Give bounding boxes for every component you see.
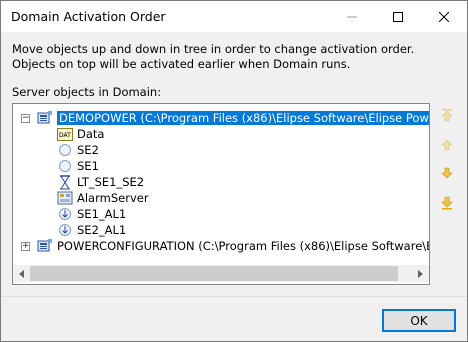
window-title: Domain Activation Order <box>11 9 166 24</box>
expand-toggle[interactable]: + <box>21 242 30 251</box>
move-to-top-button[interactable] <box>437 105 457 125</box>
tree-node-label: AlarmServer <box>77 191 149 205</box>
tree-node-lt-se1-se2[interactable]: LT_SE1_SE2 <box>57 174 144 190</box>
description-line-1: Move objects up and down in tree in orde… <box>12 42 415 56</box>
minimize-icon <box>347 16 357 17</box>
collapse-toggle[interactable]: − <box>21 114 30 123</box>
move-up-icon <box>441 139 453 151</box>
tree-node-se1-al1[interactable]: SE1_AL1 <box>57 206 126 222</box>
tree-node-label: DEMOPOWER (C:\Program Files (x86)\Elipse… <box>57 111 429 125</box>
tree-node-label: LT_SE1_SE2 <box>77 175 145 189</box>
tree-node-label: SE1 <box>77 159 99 173</box>
scroll-left-icon <box>18 269 24 278</box>
circle-icon <box>59 160 71 172</box>
domain-activation-order-dialog: Domain Activation Order Move objects up … <box>0 0 468 342</box>
tree-node-demopower[interactable]: DEMOPOWER (C:\Program Files (x86)\Elipse… <box>37 110 429 126</box>
tree-node-label: SE2 <box>77 143 99 157</box>
tree-node-label: SE2_AL1 <box>77 223 127 237</box>
tree-node-label: SE1_AL1 <box>77 207 127 221</box>
scrollbar-thumb[interactable] <box>30 266 398 281</box>
move-down-button[interactable] <box>437 163 457 183</box>
tree-node-label: POWERCONFIGURATION (C:\Program Files (x8… <box>57 239 429 253</box>
close-button[interactable] <box>421 1 467 32</box>
description: Move objects up and down in tree in orde… <box>12 42 414 72</box>
tree-label: Server objects in Domain: <box>12 85 162 99</box>
scroll-right-icon <box>417 269 423 278</box>
maximize-button[interactable] <box>375 1 421 32</box>
tree-node-data[interactable]: DAT Data <box>57 126 104 142</box>
circle-icon <box>59 144 71 156</box>
scroll-right-button[interactable] <box>412 265 429 282</box>
ok-button[interactable]: OK <box>382 309 456 332</box>
alarm-server-icon <box>57 191 73 205</box>
tower-icon <box>60 174 70 189</box>
feeder-icon <box>59 224 71 236</box>
tree-node-alarmserver[interactable]: AlarmServer <box>57 190 149 206</box>
tree-node-powerconfiguration[interactable]: POWERCONFIGURATION (C:\Program Files (x8… <box>37 238 429 254</box>
move-down-icon <box>441 167 453 179</box>
server-objects-tree[interactable]: − DEMOPOWER (C:\Program Files (x86)\Elip… <box>12 103 430 285</box>
description-line-2: Objects on top will be activated earlier… <box>12 57 351 71</box>
tree-node-se2-al1[interactable]: SE2_AL1 <box>57 222 126 238</box>
svg-text:DAT: DAT <box>59 132 71 139</box>
close-icon <box>439 11 449 22</box>
feeder-icon <box>59 208 71 220</box>
horizontal-scrollbar[interactable] <box>13 265 429 282</box>
title-bar: Domain Activation Order <box>1 1 467 32</box>
move-to-bottom-button[interactable] <box>437 193 457 213</box>
move-up-button[interactable] <box>437 135 457 155</box>
minimize-button[interactable] <box>329 1 375 32</box>
tree-node-se1[interactable]: SE1 <box>57 158 99 174</box>
data-icon: DAT <box>57 127 73 141</box>
domain-icon <box>37 111 52 124</box>
move-bottom-icon <box>441 196 453 210</box>
scroll-left-button[interactable] <box>13 265 30 282</box>
tree-node-label: Data <box>77 127 105 141</box>
maximize-icon <box>393 11 403 22</box>
move-top-icon <box>441 109 453 122</box>
tree-node-se2[interactable]: SE2 <box>57 142 99 158</box>
domain-icon <box>37 239 52 252</box>
footer-divider <box>2 296 466 297</box>
